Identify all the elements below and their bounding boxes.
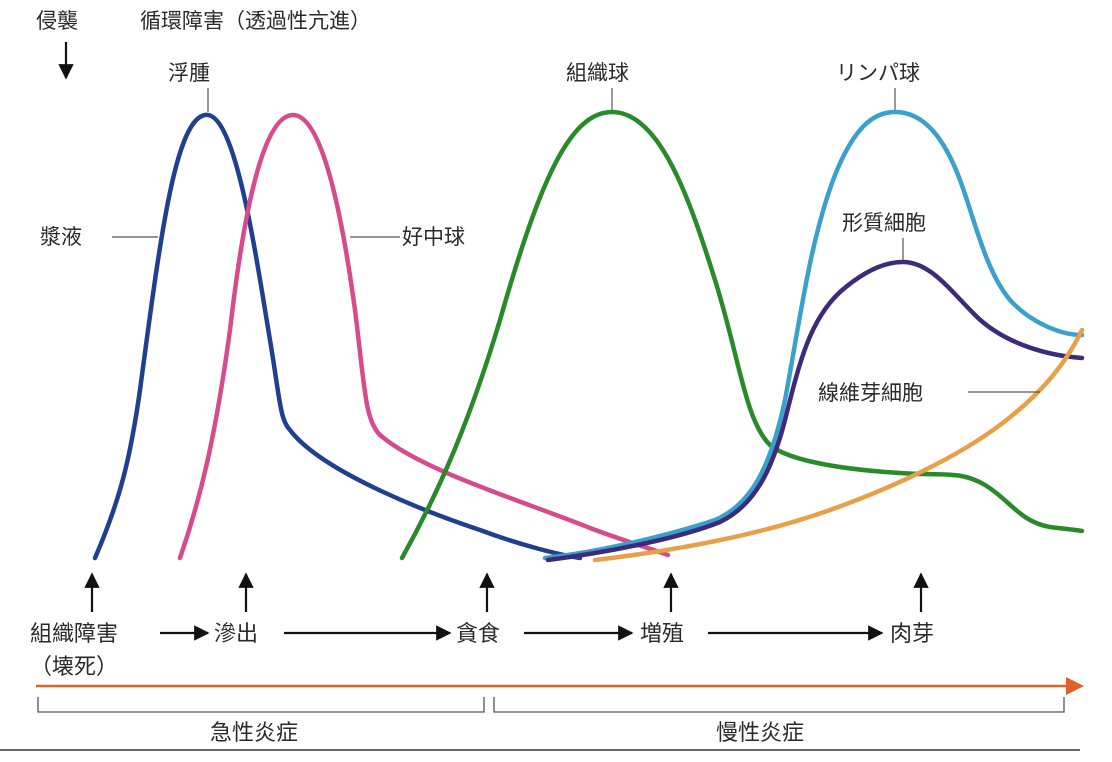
plasma-label: 漿液 [40, 225, 82, 249]
histiocyte-curve [399, 109, 1085, 561]
neutrophil-curve [177, 112, 671, 561]
phase-chronic: 慢性炎症 [716, 721, 804, 746]
invasion-label: 侵襲 [36, 9, 78, 33]
neutrophil-label: 好中球 [402, 225, 465, 249]
plasma-curve [92, 112, 583, 561]
inflammation-diagram: 侵襲 循環障害（透過性亢進） 浮腫 漿液 好中球 組織球 リンパ球 形質細胞 線… [0, 9, 1085, 751]
edema-label: 浮腫 [168, 61, 210, 85]
stage-necrosis: （壊死） [30, 655, 118, 680]
stage-phagocytosis: 貪食 [456, 622, 500, 647]
stage-exudation: 滲出 [214, 622, 258, 647]
stage-granulation: 肉芽 [890, 622, 934, 647]
histiocyte-label: 組織球 [566, 61, 629, 85]
stage-tissue-damage: 組織障害 [30, 622, 118, 647]
lymphocyte-label: リンパ球 [836, 61, 920, 85]
fibroblast-label: 線維芽細胞 [818, 381, 923, 405]
timeline-arrowhead [1066, 677, 1084, 695]
plasma-cell-label: 形質細胞 [842, 211, 926, 235]
circulation-label: 循環障害（透過性亢進） [140, 9, 371, 33]
stage-proliferation: 増殖 [640, 622, 684, 647]
chronic-bracket [493, 697, 1065, 713]
fibroblast-curve [592, 327, 1085, 563]
phase-acute: 急性炎症 [210, 721, 298, 746]
acute-bracket [37, 697, 485, 713]
